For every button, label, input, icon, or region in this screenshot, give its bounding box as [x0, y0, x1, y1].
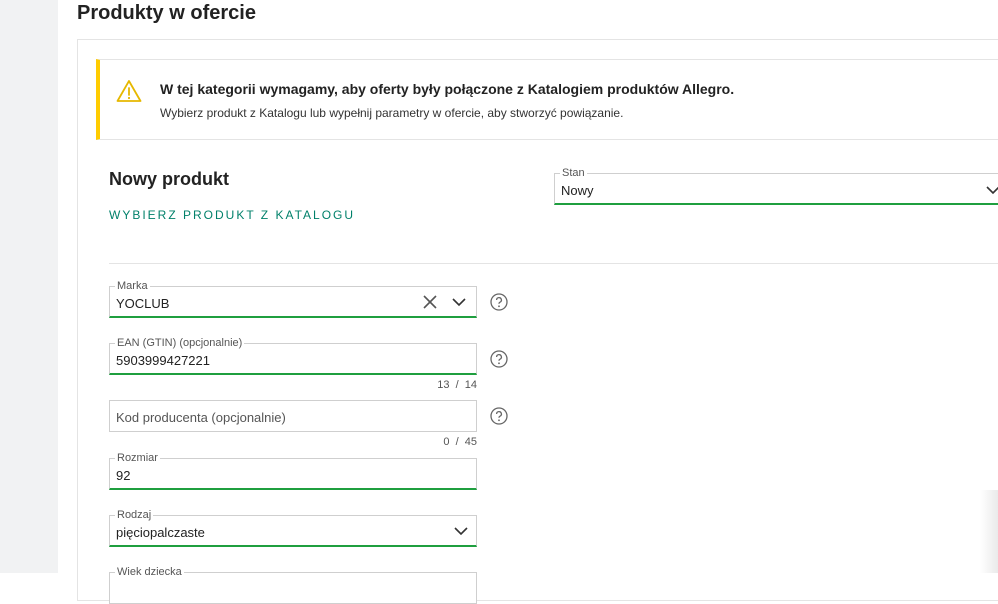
ean-value: 5903999427221: [116, 353, 210, 368]
size-label: Rozmiar: [115, 451, 160, 465]
brand-select[interactable]: Marka YOCLUB: [109, 279, 477, 318]
ean-field[interactable]: EAN (GTIN) (opcjonalnie) 5903999427221: [109, 336, 477, 375]
choose-from-catalog-link[interactable]: WYBIERZ PRODUKT Z KATALOGU: [109, 208, 355, 222]
page-title: Produkty w ofercie: [77, 2, 256, 24]
left-gutter: [0, 0, 58, 573]
condition-label: Stan: [560, 166, 587, 180]
ean-label: EAN (GTIN) (opcjonalnie): [115, 336, 245, 350]
manufacturer-code-placeholder: Kod producenta (opcjonalnie): [116, 410, 286, 425]
ean-char-counter: 13 / 14: [437, 379, 477, 391]
brand-value: YOCLUB: [116, 296, 170, 311]
child-age-select[interactable]: Wiek dziecka: [109, 565, 477, 604]
chevron-down-icon[interactable]: [985, 185, 998, 195]
type-select[interactable]: Rodzaj pięciopalczaste: [109, 508, 477, 547]
help-icon[interactable]: [490, 407, 508, 425]
clear-icon[interactable]: [423, 295, 437, 309]
section-divider: [109, 263, 998, 264]
alert-text: Wybierz produkt z Katalogu lub wypełnij …: [160, 106, 624, 120]
help-icon[interactable]: [490, 293, 508, 311]
condition-select[interactable]: Stan Nowy: [554, 166, 998, 205]
section-title: Nowy produkt: [109, 169, 229, 189]
brand-label: Marka: [115, 279, 150, 293]
chevron-down-icon[interactable]: [451, 297, 467, 307]
alert-title: W tej kategorii wymagamy, aby oferty był…: [160, 81, 735, 97]
scroll-shadow: [980, 490, 998, 573]
type-value: pięciopalczaste: [116, 525, 205, 540]
child-age-label: Wiek dziecka: [115, 565, 184, 579]
warning-icon: [116, 80, 142, 102]
catalog-required-alert: [96, 59, 998, 140]
type-label: Rodzaj: [115, 508, 154, 522]
condition-value: Nowy: [561, 183, 594, 198]
chevron-down-icon[interactable]: [453, 526, 469, 536]
manufacturer-code-field[interactable]: Kod producenta (opcjonalnie): [109, 400, 477, 432]
size-field[interactable]: Rozmiar 92: [109, 451, 477, 490]
size-value: 92: [116, 468, 131, 483]
manufacturer-code-char-counter: 0 / 45: [443, 436, 477, 448]
help-icon[interactable]: [490, 350, 508, 368]
